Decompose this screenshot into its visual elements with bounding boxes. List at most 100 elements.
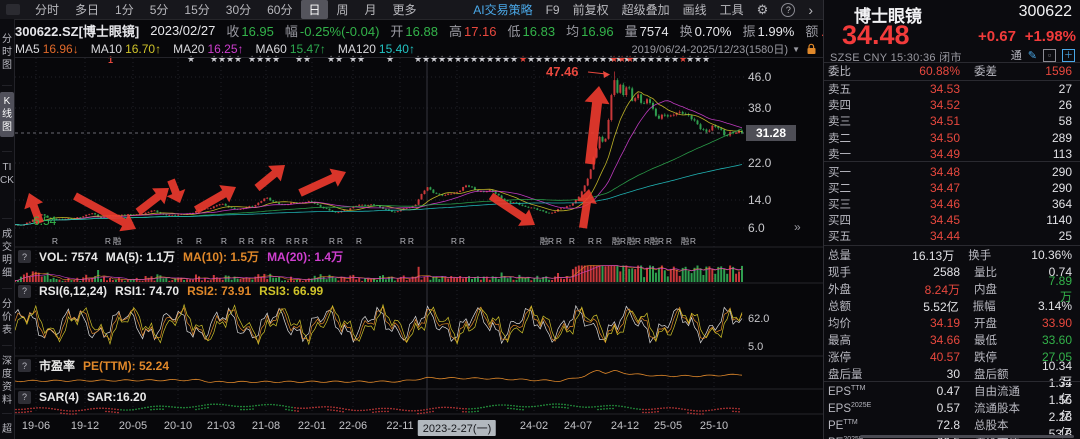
low-price-annotation: 6.54	[33, 214, 56, 228]
tab-分时[interactable]: 分时	[28, 0, 66, 19]
sidebar-item-TICK[interactable]: TICK	[0, 158, 14, 190]
tab-日[interactable]: 日	[301, 0, 327, 19]
peak-price-annotation: 47.46	[546, 64, 579, 79]
help-icon[interactable]: ?	[18, 391, 31, 404]
rights-marker: R	[548, 236, 554, 246]
board-icon[interactable]: ▫	[1043, 49, 1056, 62]
ma-item-MA120: MA12015.40↑	[338, 42, 415, 56]
stat-row-外盘: 外盘8.24万内盘7.89万	[828, 281, 1072, 297]
stock-code-name[interactable]: 300622.SZ[博士眼镜]	[15, 21, 139, 40]
stat-row-PE: PETTM72.8总股本2.28亿	[828, 417, 1072, 433]
tab-60分[interactable]: 60分	[260, 0, 299, 19]
x-tick-2023-2-27(一)[interactable]: 2023-2-27(一)	[418, 420, 496, 436]
tab-多日[interactable]: 多日	[68, 0, 106, 19]
toolbar-item-前复权[interactable]: 前复权	[573, 1, 609, 18]
toolbar-item-F9[interactable]: F9	[546, 3, 560, 17]
help-icon[interactable]: ?	[18, 359, 31, 372]
x-tick-24-12: 24-12	[611, 420, 639, 432]
rights-marker: R	[400, 236, 406, 246]
trend-arrow-annotation	[577, 189, 597, 229]
weibi-row: 委比 60.88% 委差 1596	[828, 63, 1072, 79]
rsi-axis-label: 62.0	[748, 313, 769, 325]
trend-arrow-annotation	[136, 188, 169, 215]
indicator-header-vol: ?VOL: 7574MA(5): 1.1万MA(10): 1.5万MA(20):…	[18, 248, 343, 265]
tab-15分[interactable]: 15分	[177, 0, 216, 19]
x-tick-22-06: 22-06	[339, 420, 367, 432]
toolbar-item-画线[interactable]: 画线	[683, 1, 707, 18]
rights-marker: R	[556, 236, 562, 246]
stat-row-总量: 总量16.13万换手10.36%	[828, 247, 1072, 263]
sidebar-item-分时图[interactable]: 分时图	[0, 30, 14, 75]
bid-row-买五: 买五34.4425	[828, 228, 1072, 244]
rights-marker: R	[177, 236, 183, 246]
rights-marker: R	[286, 236, 292, 246]
sidebar-item-成交明细[interactable]: 成交明细	[0, 225, 14, 283]
collapse-panel-icon[interactable]: »	[794, 220, 801, 234]
rights-marker: R	[302, 236, 308, 246]
settings-gear-icon[interactable]: ⚙	[757, 2, 769, 18]
stat-row-涨停: 涨停40.57跌停27.05	[828, 349, 1072, 365]
rights-marker: R	[658, 236, 664, 246]
rights-marker: R	[356, 236, 362, 246]
stat-row-最高: 最高34.66最低33.60	[828, 332, 1072, 348]
sidebar-item-K线图[interactable]: K线图	[0, 92, 14, 137]
x-tick-20-05: 20-05	[119, 420, 147, 432]
sidebar-item-深度资料[interactable]: 深度资料	[0, 352, 14, 410]
tab-月[interactable]: 月	[358, 0, 384, 19]
x-tick-25-05: 25-05	[654, 420, 682, 432]
stat-row-EPS: EPSTTM0.47自由流通1.34亿	[828, 383, 1072, 399]
tab-5分[interactable]: 5分	[143, 0, 176, 19]
help-icon[interactable]: ?	[18, 250, 31, 263]
tab-周[interactable]: 周	[330, 0, 356, 19]
tab-更多[interactable]: 更多	[386, 0, 424, 19]
trend-arrow-annotation	[585, 86, 610, 165]
x-tick-21-03: 21-03	[207, 420, 235, 432]
stat-row-均价: 均价34.19开盘33.90	[828, 315, 1072, 331]
lock-icon[interactable]	[806, 43, 817, 55]
trend-arrow-annotation	[489, 193, 535, 226]
toolbar-item-工具[interactable]: 工具	[720, 1, 744, 18]
info-bar: 300622.SZ[博士眼镜] 2023/02/27 收16.95幅-0.25%…	[15, 20, 823, 40]
field-幅: 幅-0.25%(-0.04)	[285, 21, 380, 40]
add-watchlist-icon[interactable]: ＋	[1062, 49, 1075, 62]
toolbar-item-AI交易策略[interactable]: AI交易策略	[473, 1, 532, 18]
rights-marker: R	[337, 236, 343, 246]
trading-terminal: ★★★★★★★★★★★★★★★★★★★★★★★★★★★★★★★★★★★★★★★★…	[0, 0, 1080, 439]
rights-marker: 融	[113, 236, 122, 246]
tab-1分[interactable]: 1分	[108, 0, 141, 19]
quote-action-icons: 通 ✎ ▫ ＋	[1011, 47, 1075, 63]
sidebar-item-分价表[interactable]: 分价表	[0, 295, 14, 340]
rights-marker: R	[261, 236, 267, 246]
weibi-value: 60.88%	[870, 64, 960, 78]
date-range-label: 2019/06/24-2025/12/23(1580日)	[632, 41, 789, 57]
stat-row-EPS: EPS2025E0.57流通股本1.56亿	[828, 400, 1072, 416]
bid-row-买一: 买一34.48290	[828, 164, 1072, 180]
toolbar-item-超级叠加[interactable]: 超级叠加	[622, 1, 670, 18]
field-振: 振1.99%	[742, 21, 794, 40]
x-tick-22-11: 22-11	[386, 420, 413, 432]
rights-marker: R	[459, 236, 465, 246]
app-menu-icon[interactable]	[6, 4, 20, 15]
trend-arrow-annotation	[255, 165, 286, 191]
sidebar-item-超[interactable]: 超	[0, 420, 14, 439]
edit-pencil-icon[interactable]: ✎	[1028, 49, 1037, 62]
field-高: 高17.16	[449, 21, 497, 40]
ask-row-卖一: 卖一34.49113	[828, 146, 1072, 162]
period-tabs: 分时多日1分5分15分30分60分日周月更多	[28, 0, 424, 19]
indicator-header-pe: ?市盈率PE(TTM): 52.24	[18, 357, 169, 374]
tab-30分[interactable]: 30分	[219, 0, 258, 19]
field-均: 均16.96	[566, 21, 614, 40]
help-icon[interactable]: ?	[18, 285, 31, 298]
toolbar-actions: AI交易策略 F9 前复权超级叠加画线工具 ⚙? ›	[473, 1, 823, 18]
rights-marker: R	[690, 236, 696, 246]
horizontal-scrollbar[interactable]	[860, 435, 1074, 438]
help-icon[interactable]: ?	[781, 3, 795, 17]
field-量: 量7574	[625, 21, 669, 40]
chevron-right-icon[interactable]: ›	[808, 2, 813, 18]
rights-marker: R	[105, 236, 111, 246]
y-axis-label: 6.0	[748, 221, 765, 235]
ma-values: MA516.96↓MA1016.70↑MA2016.25↑MA6015.47↑M…	[15, 42, 415, 56]
stat-row-总额: 总额5.52亿振幅3.14%	[828, 298, 1072, 314]
rights-marker: R	[451, 236, 457, 246]
date-range-selector[interactable]: 2019/06/24-2025/12/23(1580日) ▼	[632, 41, 824, 57]
